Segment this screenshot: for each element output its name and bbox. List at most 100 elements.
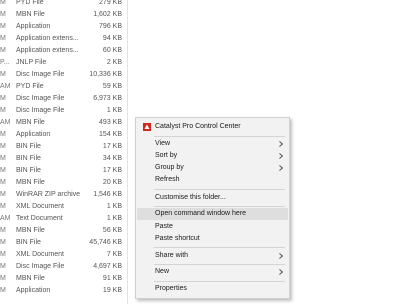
menu-item-paste[interactable]: Paste: [137, 221, 288, 233]
file-size: 17 KB: [102, 167, 122, 174]
file-type: XML Document: [16, 251, 64, 258]
file-row[interactable]: M PYD File 279 KB: [0, 0, 130, 9]
file-type: Disc Image File: [16, 263, 65, 270]
file-row[interactable]: M MBN File 1,602 KB: [0, 9, 130, 21]
menu-item-customise-folder[interactable]: Customise this folder...: [137, 192, 288, 204]
file-size: 91 KB: [102, 275, 122, 282]
file-size: 1 KB: [106, 215, 122, 222]
file-date-fragment: M: [0, 131, 6, 138]
file-row[interactable]: M BIN File 17 KB: [0, 141, 130, 153]
file-type: Application extens...: [16, 47, 79, 54]
file-date-fragment: M: [0, 275, 6, 282]
file-row[interactable]: M MBN File 20 KB: [0, 177, 130, 189]
file-date-fragment: M: [0, 23, 6, 30]
file-type: Application extens...: [16, 35, 79, 42]
file-date-fragment: M: [0, 179, 6, 186]
file-row[interactable]: M BIN File 45,746 KB: [0, 237, 130, 249]
file-row[interactable]: P... JNLP File 2 KB: [0, 57, 130, 69]
column-divider[interactable]: [127, 0, 128, 304]
file-row[interactable]: M Disc Image File 10,336 KB: [0, 69, 130, 81]
menu-item-label: Group by: [155, 164, 184, 171]
chevron-right-icon: [279, 165, 283, 171]
file-date-fragment: M: [0, 143, 6, 150]
file-row[interactable]: M MBN File 56 KB: [0, 225, 130, 237]
file-size: 60 KB: [102, 47, 122, 54]
file-size: 56 KB: [102, 227, 122, 234]
menu-item-view[interactable]: View: [137, 138, 288, 150]
file-date-fragment: M: [0, 287, 6, 294]
file-type: MBN File: [16, 119, 45, 126]
file-date-fragment: M: [0, 47, 6, 54]
menu-item-catalyst[interactable]: Catalyst Pro Control Center: [137, 121, 288, 133]
file-date-fragment: M: [0, 95, 6, 102]
file-date-fragment: P...: [0, 59, 10, 66]
file-size: 796 KB: [99, 23, 122, 30]
menu-item-paste-shortcut[interactable]: Paste shortcut: [137, 233, 288, 245]
menu-item-refresh[interactable]: Refresh: [137, 174, 288, 186]
file-type: Application: [16, 131, 51, 138]
file-type: Disc Image File: [16, 95, 65, 102]
file-type: MBN File: [16, 227, 45, 234]
chevron-right-icon: [279, 141, 283, 147]
file-date-fragment: M: [0, 203, 6, 210]
file-row[interactable]: M XML Document 7 KB: [0, 249, 130, 261]
menu-item-new[interactable]: New: [137, 266, 288, 278]
file-type: Application: [16, 23, 51, 30]
file-row[interactable]: AM Text Document 1 KB: [0, 213, 130, 225]
file-date-fragment: M: [0, 227, 6, 234]
file-size: 2 KB: [106, 59, 122, 66]
file-row[interactable]: M BIN File 17 KB: [0, 165, 130, 177]
file-type: BIN File: [16, 167, 41, 174]
file-row[interactable]: M Application extens... 60 KB: [0, 45, 130, 57]
menu-item-sort-by[interactable]: Sort by: [137, 150, 288, 162]
file-row[interactable]: M Application 796 KB: [0, 21, 130, 33]
file-type: XML Document: [16, 203, 64, 210]
file-date-fragment: M: [0, 71, 6, 78]
menu-item-open-command-window[interactable]: Open command window here: [137, 208, 288, 220]
file-row[interactable]: AM MBN File 493 KB: [0, 117, 130, 129]
file-size: 59 KB: [102, 83, 122, 90]
file-row[interactable]: M Application 154 KB: [0, 129, 130, 141]
file-size: 4,697 KB: [93, 263, 122, 270]
menu-item-label: Customise this folder...: [155, 194, 226, 201]
menu-separator: [154, 247, 285, 248]
file-type: Disc Image File: [16, 107, 65, 114]
file-row[interactable]: M Disc Image File 4,697 KB: [0, 261, 130, 273]
file-size: 154 KB: [99, 131, 122, 138]
file-type: BIN File: [16, 155, 41, 162]
file-row[interactable]: M Disc Image File 1 KB: [0, 105, 130, 117]
file-size: 94 KB: [102, 35, 122, 42]
file-date-fragment: AM: [0, 83, 10, 90]
file-size: 45,746 KB: [89, 239, 122, 246]
menu-item-label: New: [155, 268, 170, 275]
file-size: 34 KB: [102, 155, 122, 162]
file-date-fragment: M: [0, 263, 6, 270]
file-row[interactable]: M MBN File 91 KB: [0, 273, 130, 285]
file-row[interactable]: AM PYD File 59 KB: [0, 81, 130, 93]
file-row[interactable]: M Disc Image File 6,973 KB: [0, 93, 130, 105]
file-date-fragment: M: [0, 191, 6, 198]
file-row[interactable]: M XML Document 1 KB: [0, 201, 130, 213]
file-date-fragment: M: [0, 167, 6, 174]
file-date-fragment: M: [0, 11, 6, 18]
file-row[interactable]: M BIN File 34 KB: [0, 153, 130, 165]
menu-separator: [154, 136, 285, 137]
file-row[interactable]: M Application 19 KB: [0, 285, 130, 297]
file-date-fragment: M: [0, 0, 6, 6]
file-size: 1,602 KB: [93, 11, 122, 18]
menu-item-label: Paste: [155, 223, 173, 230]
menu-separator: [154, 189, 285, 190]
menu-item-group-by[interactable]: Group by: [137, 162, 288, 174]
explorer-window: M PYD File 279 KB M MBN File 1,602 KB M Applica…: [0, 0, 400, 304]
file-size: 493 KB: [99, 119, 122, 126]
file-date-fragment: AM: [0, 215, 10, 222]
file-row[interactable]: M Application extens... 94 KB: [0, 33, 130, 45]
file-row[interactable]: M WinRAR ZIP archive 1,546 KB: [0, 189, 130, 201]
menu-item-properties[interactable]: Properties: [137, 283, 288, 295]
chevron-right-icon: [279, 253, 283, 259]
chevron-right-icon: [279, 269, 283, 275]
file-size: 7 KB: [106, 251, 122, 258]
menu-item-share-with[interactable]: Share with: [137, 250, 288, 262]
menu-item-label: Catalyst Pro Control Center: [155, 123, 241, 130]
menu-item-label: Share with: [155, 252, 189, 259]
